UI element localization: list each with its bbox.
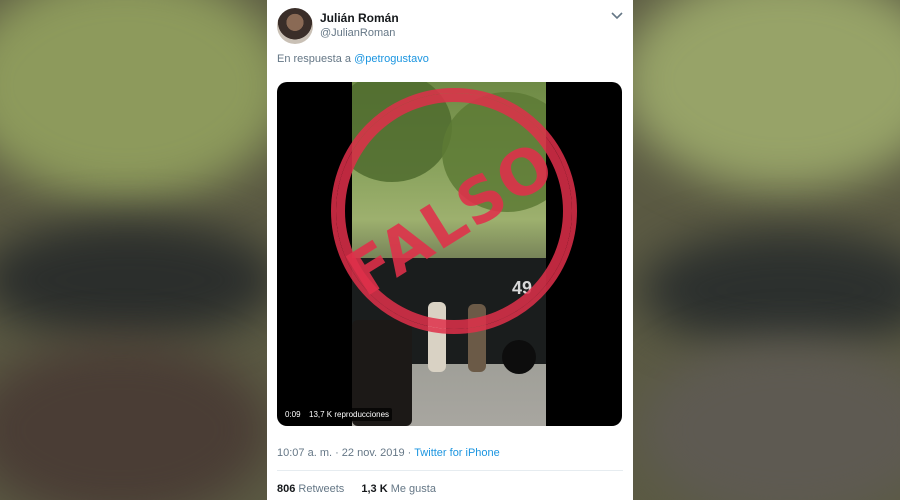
- video-duration: 0:09: [282, 408, 304, 421]
- reply-context: En respuesta a @petrogustavo: [277, 53, 429, 65]
- bg-people-right: [640, 340, 900, 500]
- vehicle-wheel: [502, 340, 536, 374]
- tweet-card: Julián Román @JulianRoman En respuesta a…: [267, 0, 633, 500]
- likes-stat[interactable]: 1,3 K Me gusta: [361, 483, 436, 495]
- likes-label: Me gusta: [390, 483, 436, 495]
- tweet-header: Julián Román @JulianRoman: [277, 8, 623, 44]
- author-handle[interactable]: @JulianRoman: [320, 27, 395, 39]
- reply-prefix: En respuesta a: [277, 53, 351, 65]
- bg-foliage-left: [0, 0, 290, 200]
- retweets-label: Retweets: [298, 483, 345, 495]
- bg-truck-left: [0, 220, 280, 340]
- tweet-meta: 10:07 a. m. · 22 nov. 2019 · Twitter for…: [277, 447, 500, 459]
- tweet-stats: 806 Retweets 1,3 K Me gusta: [277, 483, 450, 495]
- likes-count: 1,3 K: [361, 483, 388, 495]
- reply-to-link[interactable]: @petrogustavo: [354, 53, 429, 65]
- source-link[interactable]: Twitter for iPhone: [414, 447, 500, 459]
- retweets-stat[interactable]: 806 Retweets: [277, 483, 344, 495]
- bg-truck-right: [640, 230, 900, 350]
- author-name[interactable]: Julián Román: [320, 11, 399, 25]
- chevron-down-icon[interactable]: [611, 10, 623, 24]
- retweets-count: 806: [277, 483, 296, 495]
- video-views: 13,7 K reproducciones: [306, 408, 393, 421]
- video-player[interactable]: 49 FALSO 0:09 13,7 K reproducciones: [277, 82, 622, 426]
- timestamp[interactable]: 10:07 a. m. · 22 nov. 2019 ·: [277, 447, 411, 459]
- avatar[interactable]: [277, 8, 313, 44]
- bg-foliage-right: [620, 0, 900, 190]
- divider: [277, 470, 623, 471]
- bg-people-left: [0, 340, 270, 500]
